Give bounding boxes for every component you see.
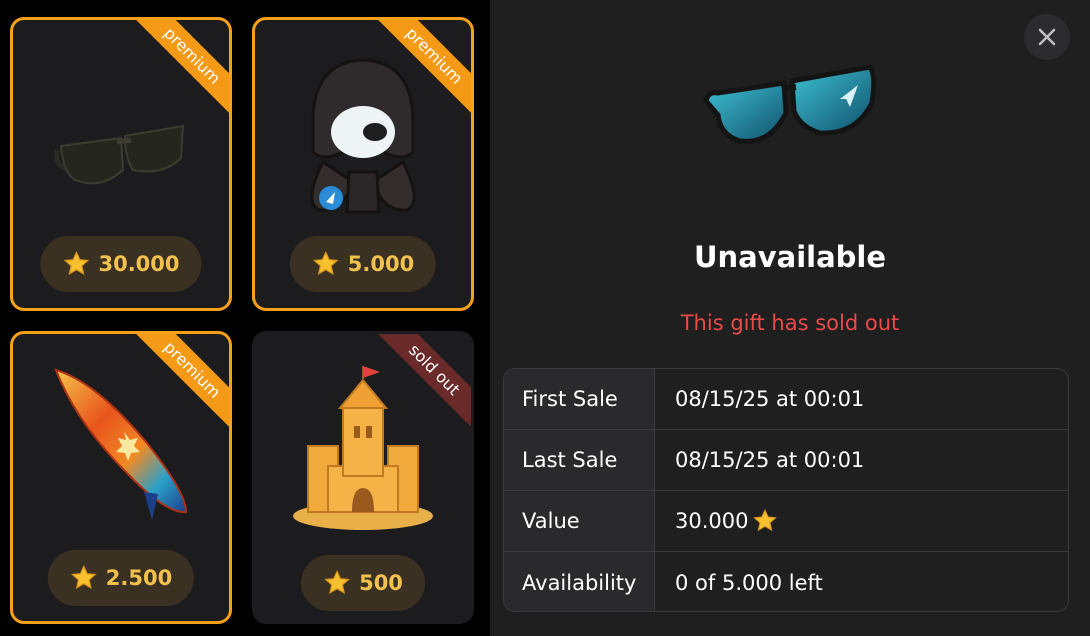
price-value: 5.000 (347, 252, 415, 276)
star-icon (63, 250, 90, 275)
price-value: 2.500 (105, 566, 173, 590)
table-row: First Sale 08/15/25 at 00:01 (504, 369, 1068, 430)
dialog-title: Unavailable (693, 240, 887, 274)
row-label: Last Sale (504, 430, 655, 490)
gift-card-hooded-plush[interactable]: premium 5.000 (252, 17, 474, 311)
table-row: Availability 0 of 5.000 left (504, 552, 1068, 611)
star-icon (312, 250, 339, 275)
table-row: Last Sale 08/15/25 at 00:01 (504, 430, 1068, 491)
gift-detail-panel: Unavailable This gift has sold out First… (490, 0, 1090, 636)
row-value: 08/15/25 at 00:01 (675, 448, 865, 472)
row-value: 08/15/25 at 00:01 (675, 387, 865, 411)
close-icon (1038, 28, 1056, 46)
gift-card-sunglasses[interactable]: premium 30.000 (10, 17, 232, 311)
price-value: 500 (359, 571, 403, 595)
close-button[interactable] (1024, 14, 1070, 60)
table-row: Value 30.000 (504, 491, 1068, 552)
price-pill: 2.500 (47, 550, 195, 606)
price-value: 30.000 (98, 252, 180, 276)
sandcastle-icon (255, 366, 471, 536)
star-icon (70, 564, 97, 589)
gift-card-sandcastle[interactable]: sold out 500 (252, 331, 474, 624)
price-pill: 5.000 (289, 236, 437, 292)
gift-grid: premium 30.000 premium 5.000 premium 2.5… (0, 0, 490, 636)
gift-card-surfboard[interactable]: premium 2.500 (10, 331, 232, 624)
row-value: 0 of 5.000 left (675, 570, 823, 595)
surfboard-icon (13, 362, 229, 522)
gift-info-table: First Sale 08/15/25 at 00:01 Last Sale 0… (503, 368, 1069, 612)
sunglasses-icon (700, 55, 880, 165)
premium-ribbon: premium (129, 20, 229, 119)
row-label: First Sale (504, 369, 655, 429)
row-value-with-star: 30.000 (655, 491, 1068, 551)
row-label: Availability (504, 552, 655, 611)
star-icon (324, 569, 350, 594)
hooded-plush-icon (255, 52, 471, 222)
sunglasses-icon (13, 110, 229, 200)
price-pill: 30.000 (40, 236, 202, 292)
row-label: Value (504, 491, 655, 551)
price-pill: 500 (301, 555, 425, 611)
value-amount: 30.000 (675, 509, 749, 533)
star-icon (753, 508, 778, 532)
sold-out-message: This gift has sold out (680, 311, 900, 335)
